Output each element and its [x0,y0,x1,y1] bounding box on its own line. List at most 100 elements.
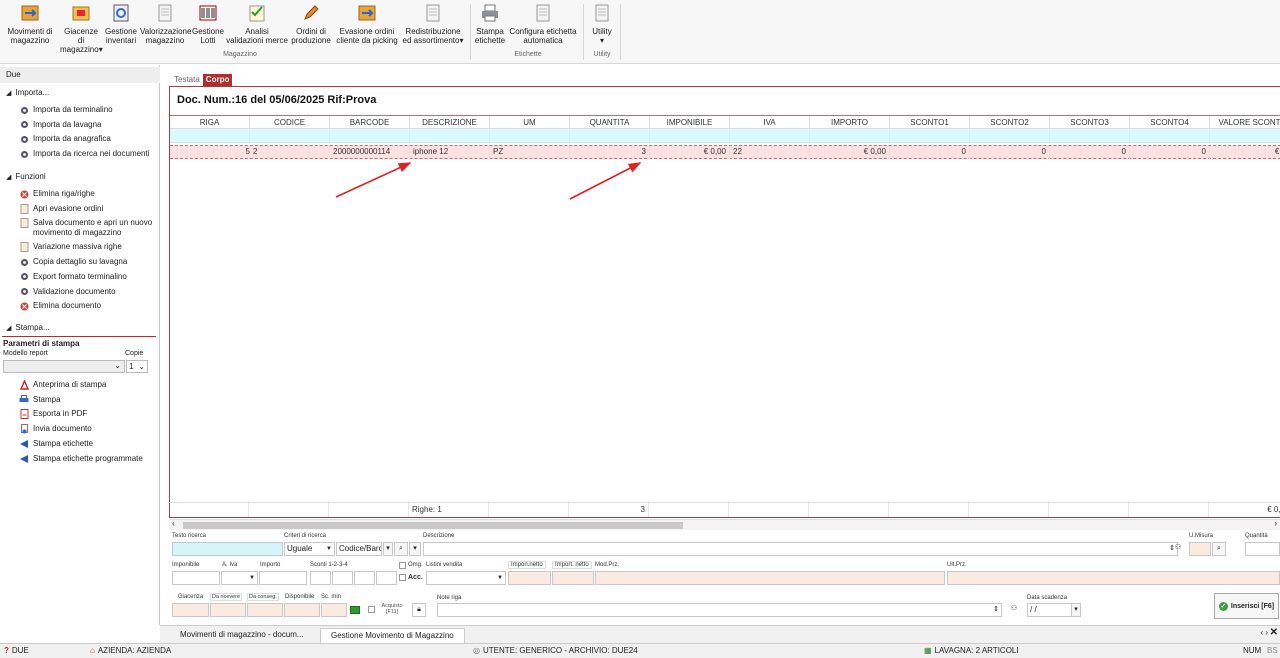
ribbon-button-etichette-0[interactable]: Stampa etichette [474,2,506,45]
ribbon-button-0[interactable]: Movimenti di magazzino [6,2,54,45]
purchase-checkbox[interactable] [368,606,375,613]
sidebar-item-elimina-documento[interactable]: Elimina documento [19,301,159,311]
amount-input[interactable] [259,571,307,585]
sidebar-item-variazione-massiva[interactable]: Variazione massiva righe [19,242,159,253]
ribbon-button-7[interactable]: Evasione ordini cliente da picking [335,2,399,45]
annotation-arrows [335,162,642,200]
ribbon-button-1[interactable]: Giacenze di magazzino▾ [60,2,103,54]
sidebar-item-importa-ricerca[interactable]: Importa da ricerca nei documenti [19,149,159,159]
scroll-thumb[interactable] [183,522,683,529]
search-text-input[interactable] [172,542,283,556]
acconto-checkbox[interactable] [399,574,406,581]
sidebar-item-validazione[interactable]: Validazione documento [19,287,159,297]
search-icon[interactable]: ⌕ [394,542,408,556]
price-mode-input[interactable] [595,571,945,585]
stock-input[interactable] [172,603,209,617]
discount4-input[interactable] [376,571,397,585]
ribbon-button-5[interactable]: Analisi validazioni merce [226,2,288,45]
discount3-input[interactable] [354,571,375,585]
net-amount-input[interactable] [552,571,594,585]
total-cell-2 [329,503,409,517]
report-model-label: Modello report [3,350,48,357]
available-input[interactable] [284,603,320,617]
sidebar-item-invia[interactable]: Invia documento [19,424,159,434]
horizontal-scrollbar[interactable]: ‹ › [169,519,1280,530]
scroll-right-icon[interactable]: › [1274,519,1277,528]
last-price-input[interactable] [947,571,1280,585]
document-grid: Doc. Num.:16 del 05/06/2025 Rif:Prova RI… [169,86,1280,518]
criteria-select[interactable]: Uguale ▼ [284,542,335,556]
amount-label: Importo [260,562,281,568]
binoculars-icon[interactable]: ⚇ [1170,542,1186,556]
ribbon-button-etichette-1[interactable]: Configura etichetta automatica [506,2,580,45]
ribbon-button-utility[interactable]: Utility ▾ [588,2,616,45]
section-funzioni[interactable]: ◢ Funzioni [6,172,46,181]
scroll-left-icon[interactable]: ‹ [172,519,175,528]
copies-label: Copie [125,350,144,357]
total-cell-8 [809,503,889,517]
min-discount-input[interactable] [321,603,347,617]
sidebar-item-importa-lavagna[interactable]: Importa da lavagna [19,120,159,130]
sidebar-item-apri-evasione[interactable]: Apri evasione ordini [19,203,159,214]
taxable-input[interactable] [172,571,220,585]
binoculars-icon[interactable]: ⚇ [1006,603,1022,617]
total-cell-11 [1049,503,1129,517]
sidebar-item-esporta-pdf[interactable]: Esporta in PDF [19,409,159,420]
dropdown-arrow-icon[interactable]: ▾ [1071,603,1081,617]
ribbon-button-2[interactable]: Gestione inventari [103,2,139,45]
tab-gestione-movimento[interactable]: Gestione Movimento di Magazzino [320,628,465,643]
box-stock-icon [70,2,92,24]
ribbon-button-8[interactable]: Redistribuzione ed assortimento▾ [402,2,464,45]
sidebar-item-stampa[interactable]: Stampa [19,395,159,405]
close-icon[interactable]: ✕ [1270,627,1278,638]
tab-movimenti[interactable]: Movimenti di magazzino - docum... [170,628,314,643]
section-importa[interactable]: ◢ Importa... [6,88,49,97]
row-notes-input[interactable]: ⇕ [437,603,1002,617]
insert-button[interactable]: ✓ Inserisci [F6] [1214,593,1279,619]
expiry-date-input[interactable]: / / [1027,603,1072,617]
discount2-input[interactable] [332,571,353,585]
to-receive-input[interactable] [210,603,246,617]
tab-corpo[interactable]: Corpo [202,74,233,86]
unit-input[interactable] [1189,542,1211,556]
document-icon [591,2,613,24]
ribbon-button-4[interactable]: Gestione Lotti [191,2,225,45]
description-input[interactable]: ⇕ [423,542,1178,556]
tab-testata[interactable]: Testata [171,74,203,86]
sidebar-item-importa-terminalino[interactable]: Importa da terminalino [19,105,159,115]
sidebar-item-importa-anagrafica[interactable]: Importa da anagrafica [19,134,159,144]
discount1-input[interactable] [310,571,331,585]
omaggio-checkbox[interactable] [399,562,406,569]
dropdown-arrow-icon[interactable]: ▾ [383,542,393,556]
field-select[interactable]: Codice/Barc [336,542,382,556]
lock-icon[interactable]: 🔒︎ [412,603,426,617]
net-taxable-input[interactable] [508,571,551,585]
detail-tabs: Testata Corpo [171,74,233,86]
ribbon-button-6[interactable]: Ordini di produzione [290,2,332,45]
sidebar-item-stampa-programmate[interactable]: Stampa etichette programmate [19,454,159,464]
nav-arrows-icon[interactable]: ‹ › [1260,628,1268,637]
spin-icon[interactable]: ⇕ [993,604,999,616]
total-cell-5: 3 [569,503,649,517]
ribbon-button-3[interactable]: Valorizzazione magazzino [140,2,191,45]
search-icon[interactable]: ⌕ [1212,542,1226,556]
main-panel: Testata Corpo Doc. Num.:16 del 05/06/2025… [161,65,1280,625]
sidebar-item-stampa-etichette[interactable]: Stampa etichette [19,439,159,449]
sidebar-item-salva-nuovo[interactable]: Salva documento e apri un nuovo moviment… [19,218,159,238]
section-stampa[interactable]: ◢ Stampa... [6,323,50,332]
to-deliver-input[interactable] [247,603,283,617]
price-list-select[interactable]: ▼ [426,571,506,585]
vat-select[interactable]: ▼ [221,571,258,585]
inventory-icon [110,2,132,24]
quantity-input[interactable] [1245,542,1280,556]
sidebar-item-elimina-righe[interactable]: Elimina riga/righe [19,189,159,199]
sidebar-item-anteprima[interactable]: Anteprima di stampa [19,380,159,390]
report-model-select[interactable]: ⌄ [3,360,125,373]
collapse-triangle-icon: ◢ [6,325,12,332]
dropdown-arrow-icon: ▼ [326,546,332,552]
dropdown-arrow-icon[interactable]: ▾ [409,542,421,556]
sidebar-item-export-terminalino[interactable]: Export formato terminalino [19,272,159,282]
copies-select[interactable]: 1 ⌄ [126,360,148,373]
total-cell-6 [649,503,729,517]
sidebar-item-copia-lavagna[interactable]: Copia dettaglio su lavagna [19,257,159,267]
